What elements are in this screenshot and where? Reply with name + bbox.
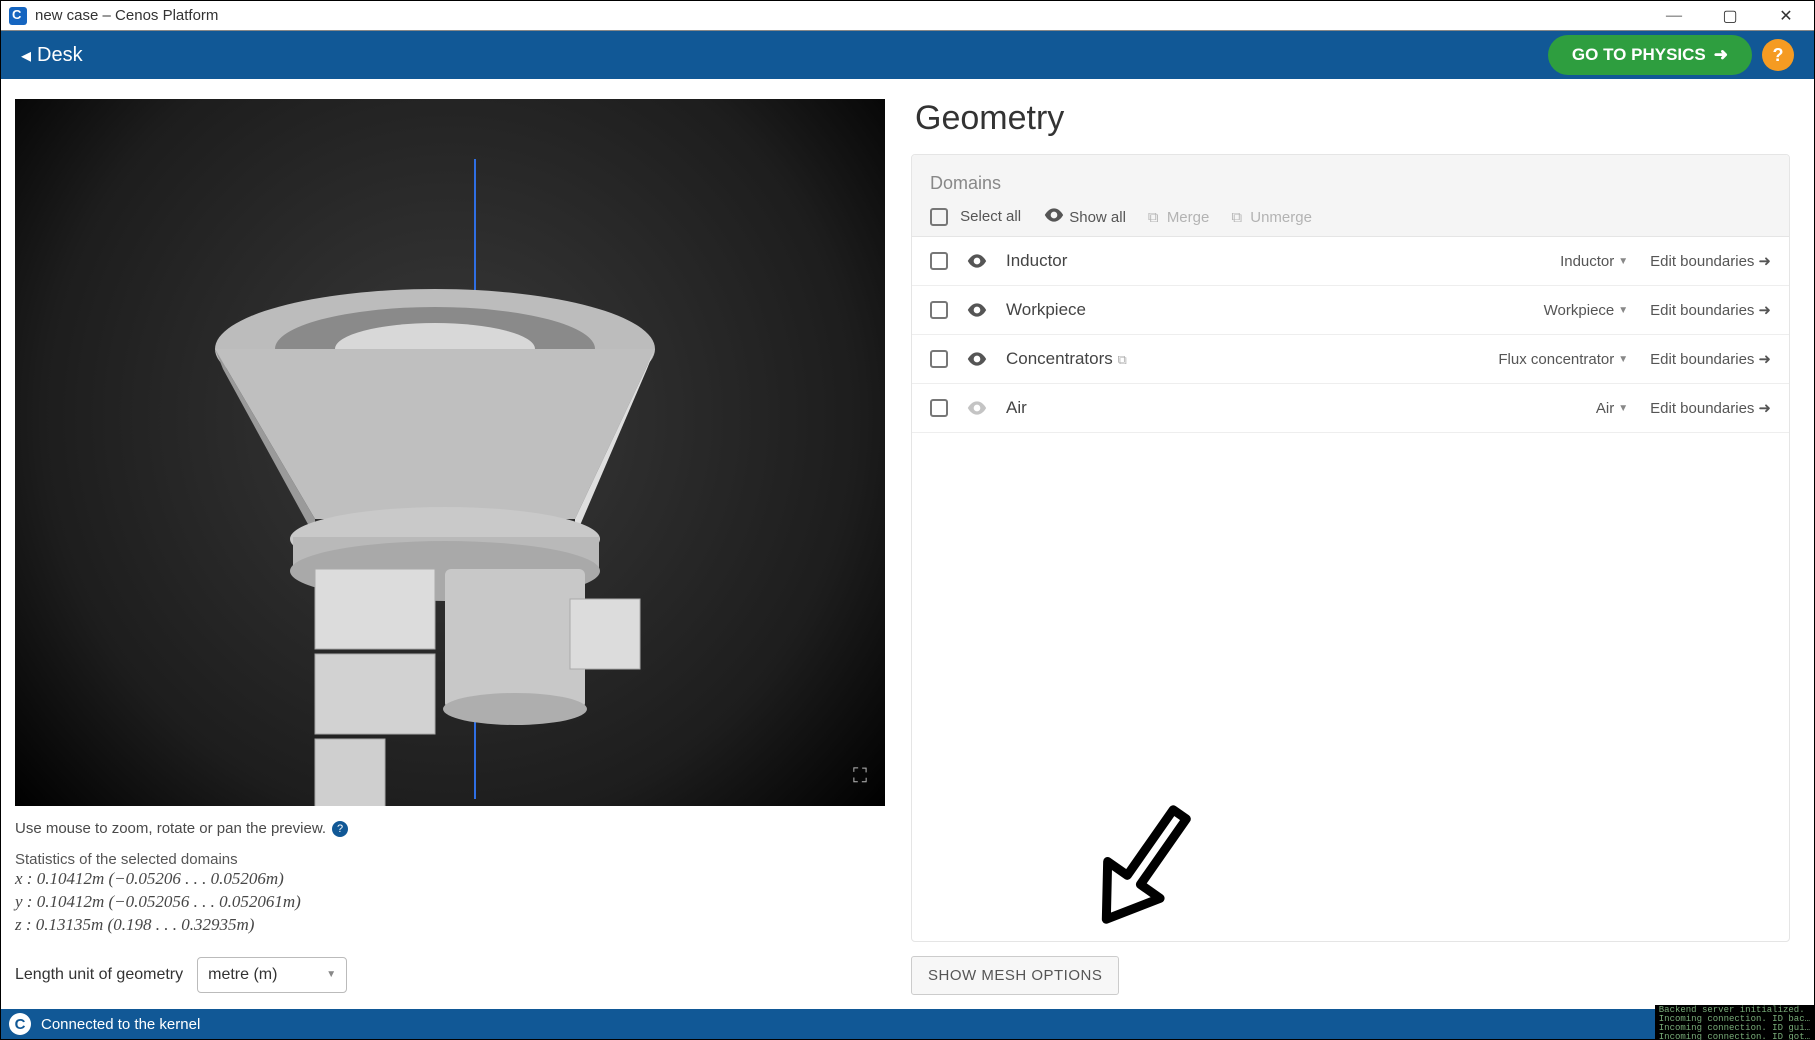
edit-boundaries-link[interactable]: Edit boundaries ➜ xyxy=(1650,399,1771,417)
hint-text: Use mouse to zoom, rotate or pan the pre… xyxy=(15,820,326,837)
length-unit-label: Length unit of geometry xyxy=(15,966,183,984)
window-maximize-button[interactable]: ▢ xyxy=(1702,1,1758,30)
chevron-down-icon: ▼ xyxy=(1618,403,1628,414)
domain-name: Workpiece xyxy=(1006,300,1086,320)
visibility-icon[interactable] xyxy=(966,401,988,415)
arrow-right-icon: ➜ xyxy=(1758,350,1771,368)
domains-panel: Domains Select all Show all xyxy=(911,154,1790,942)
help-button[interactable]: ? xyxy=(1762,39,1794,71)
copy-icon: ⧉ xyxy=(1118,352,1127,367)
unmerge-label: Unmerge xyxy=(1250,209,1312,226)
checkbox-icon[interactable] xyxy=(930,350,948,368)
show-all-label: Show all xyxy=(1069,209,1126,226)
main-toolbar: ◂ Desk GO TO PHYSICS ➜ ? xyxy=(1,31,1814,79)
arrow-right-icon: ➜ xyxy=(1758,399,1771,417)
chevron-down-icon: ▼ xyxy=(326,969,336,980)
arrow-right-icon: ➜ xyxy=(1758,252,1771,270)
visibility-icon[interactable] xyxy=(966,254,988,268)
back-icon: ◂ xyxy=(21,43,31,68)
select-all-label: Select all xyxy=(960,208,1021,225)
checkbox-icon xyxy=(930,208,948,226)
geometry-title: Geometry xyxy=(915,99,1790,138)
domain-type-select[interactable]: Flux concentrator ▼ xyxy=(1488,351,1628,368)
domains-header: Domains Select all Show all xyxy=(912,155,1789,237)
model-render xyxy=(15,99,885,806)
desk-button[interactable]: ◂ Desk xyxy=(21,43,83,68)
visibility-icon[interactable] xyxy=(966,303,988,317)
help-label: ? xyxy=(1773,45,1784,66)
checkbox-icon[interactable] xyxy=(930,399,948,417)
checkbox-icon[interactable] xyxy=(930,252,948,270)
domain-row[interactable]: Concentrators ⧉ Flux concentrator ▼ Edit b… xyxy=(912,335,1789,384)
window-minimize-button[interactable]: ― xyxy=(1646,1,1702,30)
domains-list: InductorInductor ▼Edit boundaries ➜Workp… xyxy=(912,237,1789,433)
domain-type-select[interactable]: Workpiece ▼ xyxy=(1488,302,1628,319)
left-pane: ⛶ Use mouse to zoom, rotate or pan the p… xyxy=(1,79,901,1009)
main-area: ⛶ Use mouse to zoom, rotate or pan the p… xyxy=(1,79,1814,1009)
select-all-control[interactable]: Select all xyxy=(930,208,1021,226)
chevron-down-icon: ▼ xyxy=(1618,256,1628,267)
app-icon xyxy=(9,7,27,25)
edit-boundaries-link[interactable]: Edit boundaries ➜ xyxy=(1650,350,1771,368)
stat-z: z : 0.13135m (0.198 . . . 0.32935m) xyxy=(15,914,887,937)
stats-title: Statistics of the selected domains xyxy=(15,851,887,868)
right-pane: Geometry Domains Select all Show xyxy=(901,79,1814,1009)
eye-icon xyxy=(1043,208,1065,222)
window-title: new case – Cenos Platform xyxy=(35,7,218,24)
hint-help-icon[interactable]: ? xyxy=(332,821,348,837)
window-close-button[interactable]: ✕ xyxy=(1758,1,1814,30)
viewport-hint: Use mouse to zoom, rotate or pan the pre… xyxy=(15,820,887,837)
stat-x: x : 0.10412m (−0.05206 . . . 0.05206m) xyxy=(15,868,887,891)
unmerge-icon: ⧉ xyxy=(1231,209,1242,226)
show-mesh-options-button[interactable]: SHOW MESH OPTIONS xyxy=(911,956,1119,995)
app-window: new case – Cenos Platform ― ▢ ✕ ◂ Desk G… xyxy=(0,0,1815,1040)
arrow-right-icon: ➜ xyxy=(1714,45,1728,65)
domain-name: Air xyxy=(1006,398,1027,418)
length-unit-value: metre (m) xyxy=(208,966,277,984)
length-unit-select[interactable]: metre (m) ▼ xyxy=(197,957,347,993)
domains-label: Domains xyxy=(930,173,1771,194)
chevron-down-icon: ▼ xyxy=(1618,305,1628,316)
chevron-down-icon: ▼ xyxy=(1618,354,1628,365)
fullscreen-icon[interactable]: ⛶ xyxy=(853,765,867,788)
visibility-icon[interactable] xyxy=(966,352,988,366)
go-to-physics-button[interactable]: GO TO PHYSICS ➜ xyxy=(1548,35,1752,75)
status-bar: C Connected to the kernel Backend server… xyxy=(1,1009,1814,1039)
domain-type-select[interactable]: Inductor ▼ xyxy=(1488,253,1628,270)
edit-boundaries-link[interactable]: Edit boundaries ➜ xyxy=(1650,301,1771,319)
stat-y: y : 0.10412m (−0.052056 . . . 0.052061m) xyxy=(15,891,887,914)
unmerge-control: ⧉ Unmerge xyxy=(1231,209,1312,226)
domain-row[interactable]: Inductor Inductor ▼ Edit boundaries ➜ xyxy=(912,237,1789,286)
desk-label: Desk xyxy=(37,44,83,67)
domain-row[interactable]: Workpiece Workpiece ▼ Edit boundaries ➜ xyxy=(912,286,1789,335)
domain-name: Inductor xyxy=(1006,251,1067,271)
kernel-icon: C xyxy=(9,1013,31,1035)
domain-row[interactable]: Air Air ▼ Edit boundaries ➜ xyxy=(912,384,1789,433)
show-all-control[interactable]: Show all xyxy=(1043,208,1126,226)
merge-control: ⧉ Merge xyxy=(1148,209,1209,226)
status-text: Connected to the kernel xyxy=(41,1016,200,1033)
status-log: Backend server initialized. Incoming con… xyxy=(1655,1005,1814,1040)
titlebar: new case – Cenos Platform ― ▢ ✕ xyxy=(1,1,1814,31)
arrow-right-icon: ➜ xyxy=(1758,301,1771,319)
physics-label: GO TO PHYSICS xyxy=(1572,45,1706,65)
merge-label: Merge xyxy=(1167,209,1210,226)
domain-name: Concentrators ⧉ xyxy=(1006,349,1127,369)
checkbox-icon[interactable] xyxy=(930,301,948,319)
domain-type-select[interactable]: Air ▼ xyxy=(1488,400,1628,417)
edit-boundaries-link[interactable]: Edit boundaries ➜ xyxy=(1650,252,1771,270)
merge-icon: ⧉ xyxy=(1148,209,1159,226)
viewport-3d[interactable]: ⛶ xyxy=(15,99,885,806)
